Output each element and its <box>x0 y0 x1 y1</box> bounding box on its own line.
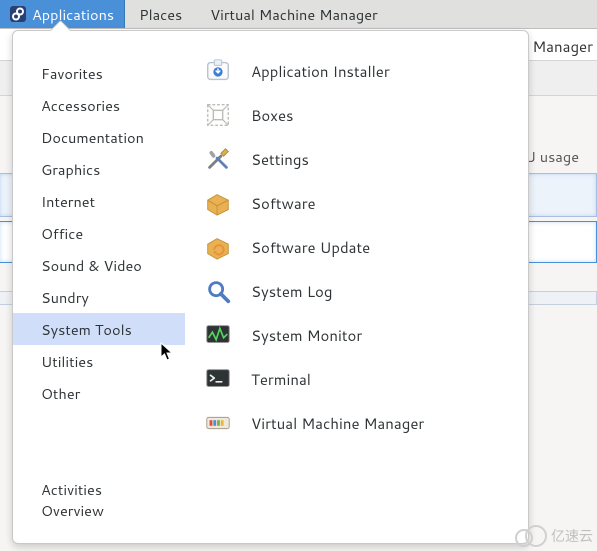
cat-sundry[interactable]: Sundry <box>13 281 185 313</box>
app-application-installer[interactable]: Application Installer <box>203 49 528 93</box>
active-app-label[interactable]: Virtual Machine Manager <box>196 0 391 28</box>
cat-label: Sundry <box>41 287 89 308</box>
bg-window-title: Manager <box>532 36 593 57</box>
boxes-icon <box>203 100 233 130</box>
software-icon <box>203 188 233 218</box>
cpu-usage-header: U usage <box>525 146 579 167</box>
app-label: Software <box>251 193 316 214</box>
cat-system-tools[interactable]: System Tools <box>13 313 185 345</box>
activities-label: Activities Overview <box>41 479 104 521</box>
cat-label: Favorites <box>41 63 103 84</box>
cat-label: Other <box>41 383 80 404</box>
app-label: Terminal <box>251 369 311 390</box>
monitor-icon <box>203 320 233 350</box>
app-label: Software Update <box>251 237 370 258</box>
places-label: Places <box>139 4 182 25</box>
app-label: Virtual Machine Manager <box>251 413 424 434</box>
app-system-monitor[interactable]: System Monitor <box>203 313 528 357</box>
cat-utilities[interactable]: Utilities <box>13 345 185 377</box>
cat-accessories[interactable]: Accessories <box>13 89 185 121</box>
app-label: Application Installer <box>251 61 390 82</box>
cat-label: Internet <box>41 191 95 212</box>
cat-label: Sound & Video <box>41 255 142 276</box>
update-icon <box>203 232 233 262</box>
app-virtual-machine-manager[interactable]: Virtual Machine Manager <box>203 401 528 445</box>
cat-label: System Tools <box>41 319 132 340</box>
top-panel: Applications Places Virtual Machine Mana… <box>0 0 597 29</box>
vmm-icon <box>203 408 233 438</box>
category-list: Favorites Accessories Documentation Grap… <box>13 31 185 543</box>
watermark-icon <box>515 525 549 547</box>
cat-label: Office <box>41 223 83 244</box>
app-settings[interactable]: Settings <box>203 137 528 181</box>
log-icon <box>203 276 233 306</box>
app-software[interactable]: Software <box>203 181 528 225</box>
cat-favorites[interactable]: Favorites <box>13 57 185 89</box>
cat-documentation[interactable]: Documentation <box>13 121 185 153</box>
settings-icon <box>203 144 233 174</box>
applications-menu: Favorites Accessories Documentation Grap… <box>12 30 529 544</box>
app-label: System Monitor <box>251 325 362 346</box>
cat-internet[interactable]: Internet <box>13 185 185 217</box>
activities-overview[interactable]: Activities Overview <box>13 461 185 543</box>
cat-office[interactable]: Office <box>13 217 185 249</box>
active-app-name: Virtual Machine Manager <box>210 4 377 25</box>
cat-label: Accessories <box>41 95 120 116</box>
cat-label: Documentation <box>41 127 144 148</box>
installer-icon <box>203 56 233 86</box>
cat-sound-video[interactable]: Sound & Video <box>13 249 185 281</box>
cat-label: Utilities <box>41 351 93 372</box>
app-boxes[interactable]: Boxes <box>203 93 528 137</box>
app-software-update[interactable]: Software Update <box>203 225 528 269</box>
watermark: 亿速云 <box>515 525 593 547</box>
applications-label: Applications <box>32 4 114 25</box>
cat-graphics[interactable]: Graphics <box>13 153 185 185</box>
app-label: System Log <box>251 281 333 302</box>
cat-label: Graphics <box>41 159 100 180</box>
places-menu-button[interactable]: Places <box>125 0 196 28</box>
app-label: Settings <box>251 149 309 170</box>
cat-other[interactable]: Other <box>13 377 185 409</box>
app-label: Boxes <box>251 105 294 126</box>
watermark-text: 亿速云 <box>551 526 593 546</box>
application-list: Application Installer Boxes <box>185 31 528 543</box>
app-terminal[interactable]: Terminal <box>203 357 528 401</box>
fedora-icon <box>10 6 26 22</box>
app-system-log[interactable]: System Log <box>203 269 528 313</box>
terminal-icon <box>203 364 233 394</box>
